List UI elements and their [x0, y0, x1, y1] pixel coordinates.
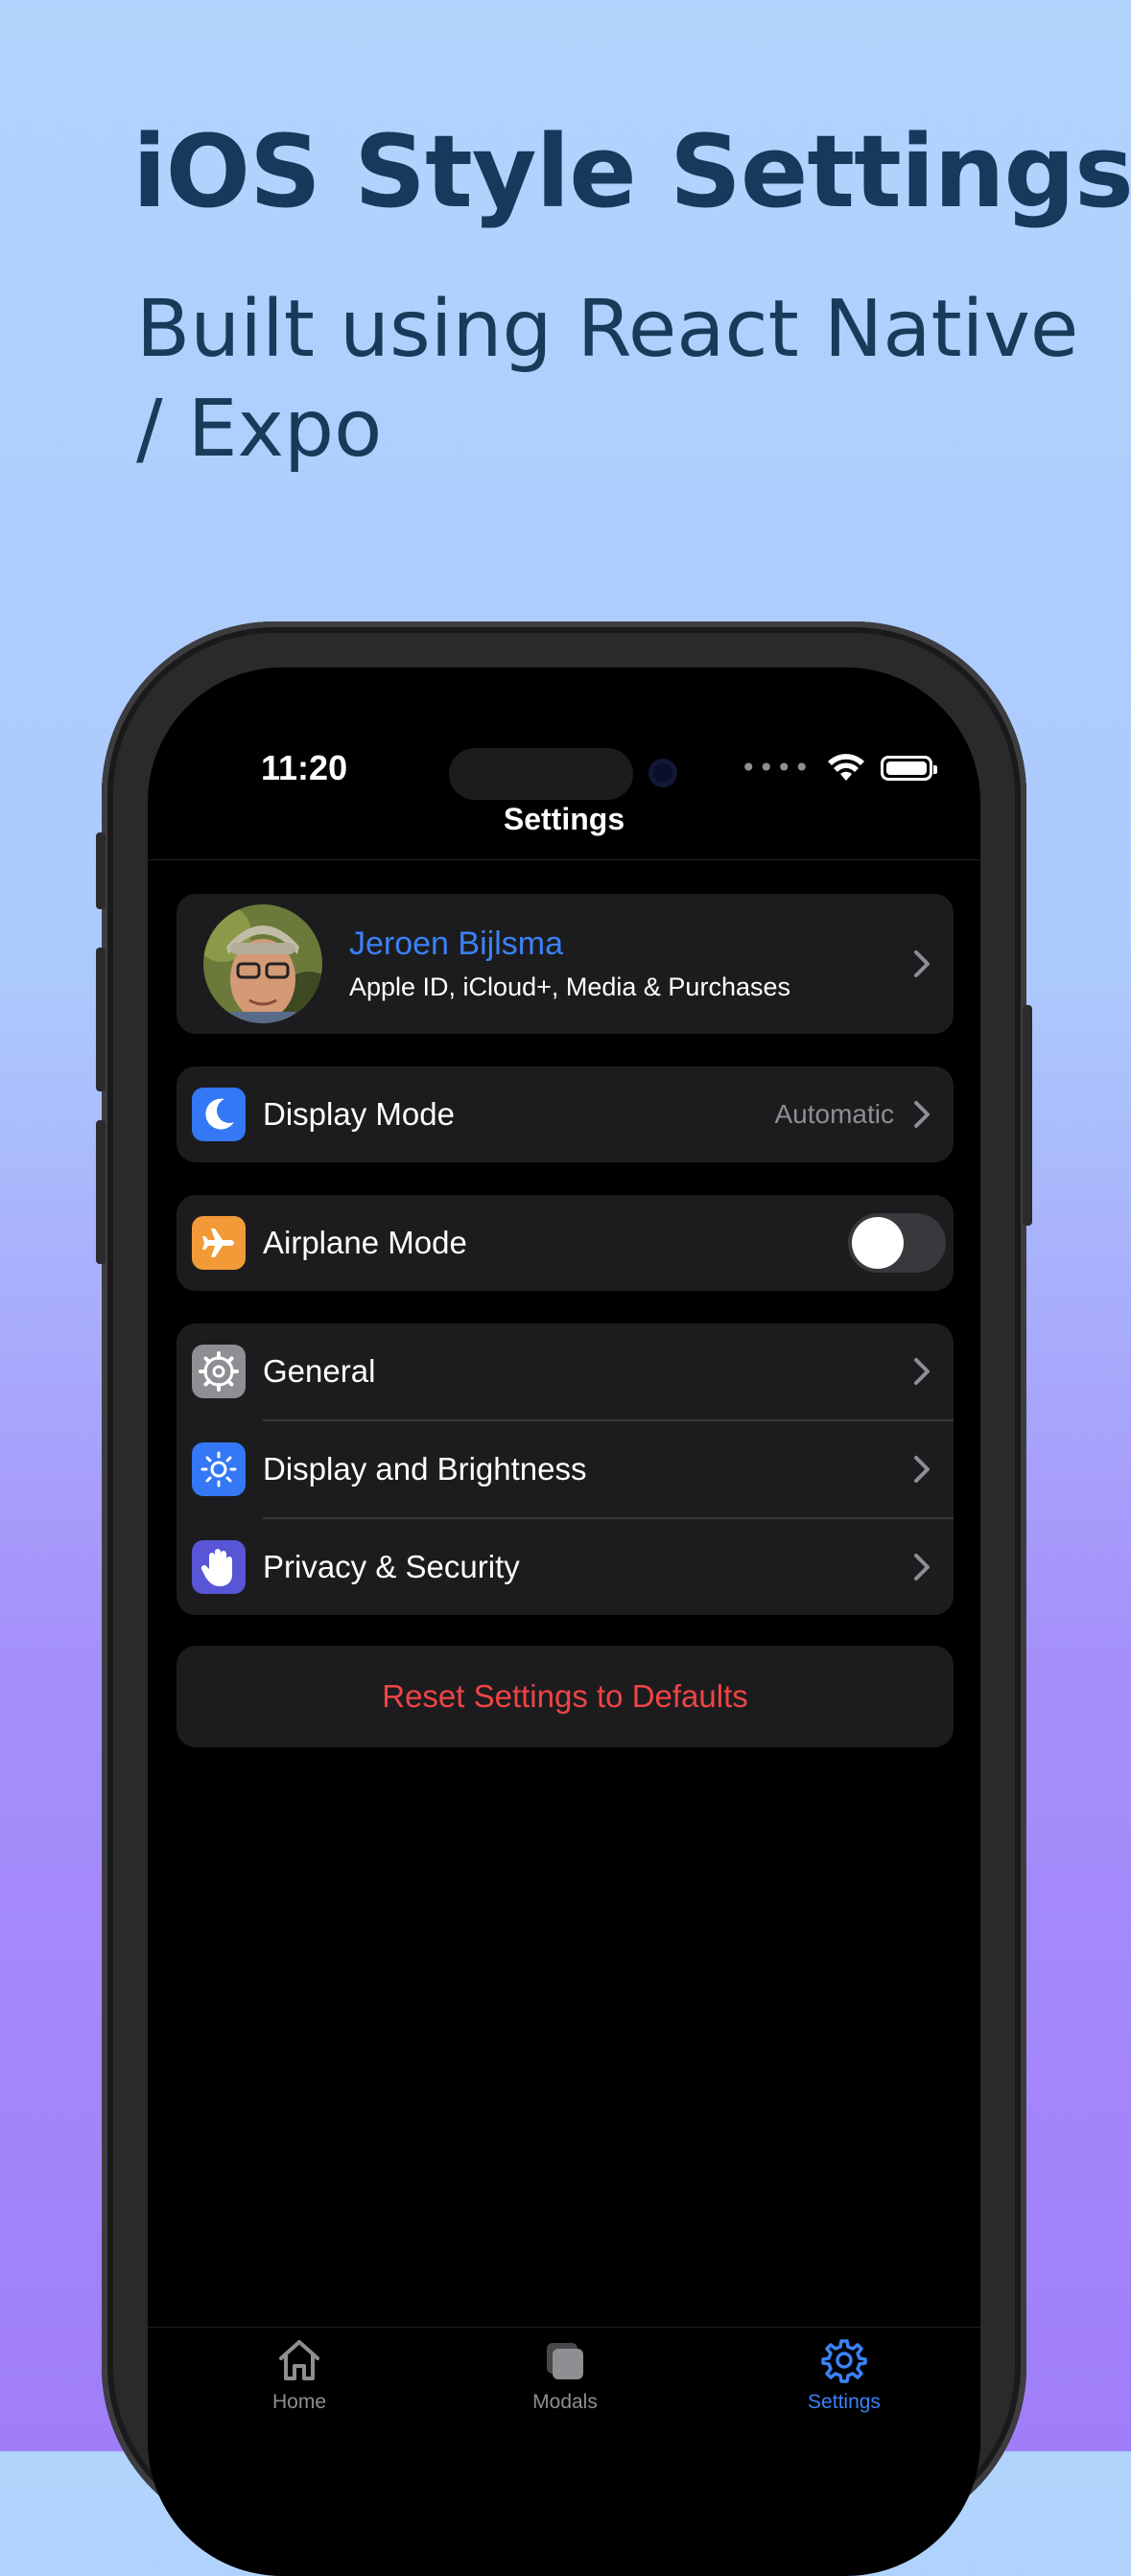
home-icon — [279, 2340, 319, 2380]
hand-icon — [192, 1540, 246, 1594]
nav-title: Settings — [503, 802, 625, 836]
airplane-mode-group: Airplane Mode — [177, 1195, 954, 1291]
chevron-right-icon — [914, 1101, 930, 1128]
settings-row-display-brightness[interactable]: Display and Brightness — [177, 1421, 954, 1517]
avatar — [203, 904, 322, 1023]
status-icons: •••• — [741, 752, 938, 784]
settings-item-label: Display and Brightness — [263, 1451, 587, 1487]
dynamic-island — [449, 748, 633, 800]
chevron-right-icon — [914, 1456, 930, 1483]
volume-down-button — [96, 1120, 106, 1264]
chevron-right-icon — [914, 950, 930, 977]
tab-settings[interactable]: Settings — [777, 2337, 911, 2414]
phone-screen: 11:20 •••• Settings Jeroen Bijlsma Apple… — [148, 667, 980, 2576]
wifi-icon — [828, 753, 865, 781]
display-mode-group: Display Mode Automatic — [177, 1066, 954, 1162]
signal-icon: •••• — [741, 752, 813, 784]
hero-title: iOS Style Settings — [132, 113, 1131, 230]
settings-group: General Display and Brightness Privacy &… — [177, 1323, 954, 1615]
nav-divider — [148, 859, 980, 860]
tab-modals[interactable]: Modals — [498, 2337, 632, 2414]
phone-frame: 11:20 •••• Settings Jeroen Bijlsma Apple… — [96, 621, 1032, 2576]
battery-icon — [881, 755, 938, 781]
display-mode-value: Automatic — [774, 1099, 895, 1129]
reset-settings-button[interactable]: Reset Settings to Defaults — [177, 1646, 954, 1747]
status-time: 11:20 — [261, 748, 348, 787]
display-mode-label: Display Mode — [263, 1096, 455, 1132]
power-button — [1023, 1005, 1032, 1226]
display-mode-row[interactable]: Display Mode Automatic — [177, 1066, 954, 1162]
settings-row-privacy-security[interactable]: Privacy & Security — [177, 1519, 954, 1615]
settings-item-label: Privacy & Security — [263, 1549, 520, 1584]
tab-label: Modals — [532, 2391, 598, 2413]
profile-name: Jeroen Bijlsma — [349, 925, 563, 962]
toggle-knob — [852, 1217, 904, 1269]
camera-dot — [648, 759, 677, 787]
chevron-right-icon — [914, 1554, 930, 1581]
airplane-mode-toggle[interactable] — [848, 1213, 946, 1273]
volume-up-button — [96, 948, 106, 1091]
sun-icon — [192, 1442, 246, 1496]
gear-icon — [192, 1345, 246, 1398]
airplane-mode-label: Airplane Mode — [263, 1225, 467, 1260]
profile-card[interactable]: Jeroen Bijlsma Apple ID, iCloud+, Media … — [177, 894, 954, 1034]
airplane-mode-row: Airplane Mode — [177, 1195, 954, 1291]
moon-icon — [192, 1088, 246, 1141]
tab-label: Home — [271, 2391, 327, 2413]
tab-home[interactable]: Home — [232, 2337, 366, 2414]
tab-label: Settings — [808, 2391, 881, 2413]
modals-icon — [547, 2343, 583, 2379]
tab-bar: Home Modals Settings — [148, 2327, 980, 2576]
settings-item-label: General — [263, 1353, 376, 1389]
settings-row-general[interactable]: General — [177, 1323, 954, 1419]
profile-subtitle: Apple ID, iCloud+, Media & Purchases — [349, 972, 790, 1001]
chevron-right-icon — [914, 1358, 930, 1385]
action-button — [96, 832, 106, 909]
airplane-icon — [192, 1216, 246, 1270]
hero-subtitle: Built using React Native / Expo — [136, 284, 1079, 475]
reset-settings-label: Reset Settings to Defaults — [382, 1678, 748, 1714]
gear-icon — [821, 2339, 867, 2383]
